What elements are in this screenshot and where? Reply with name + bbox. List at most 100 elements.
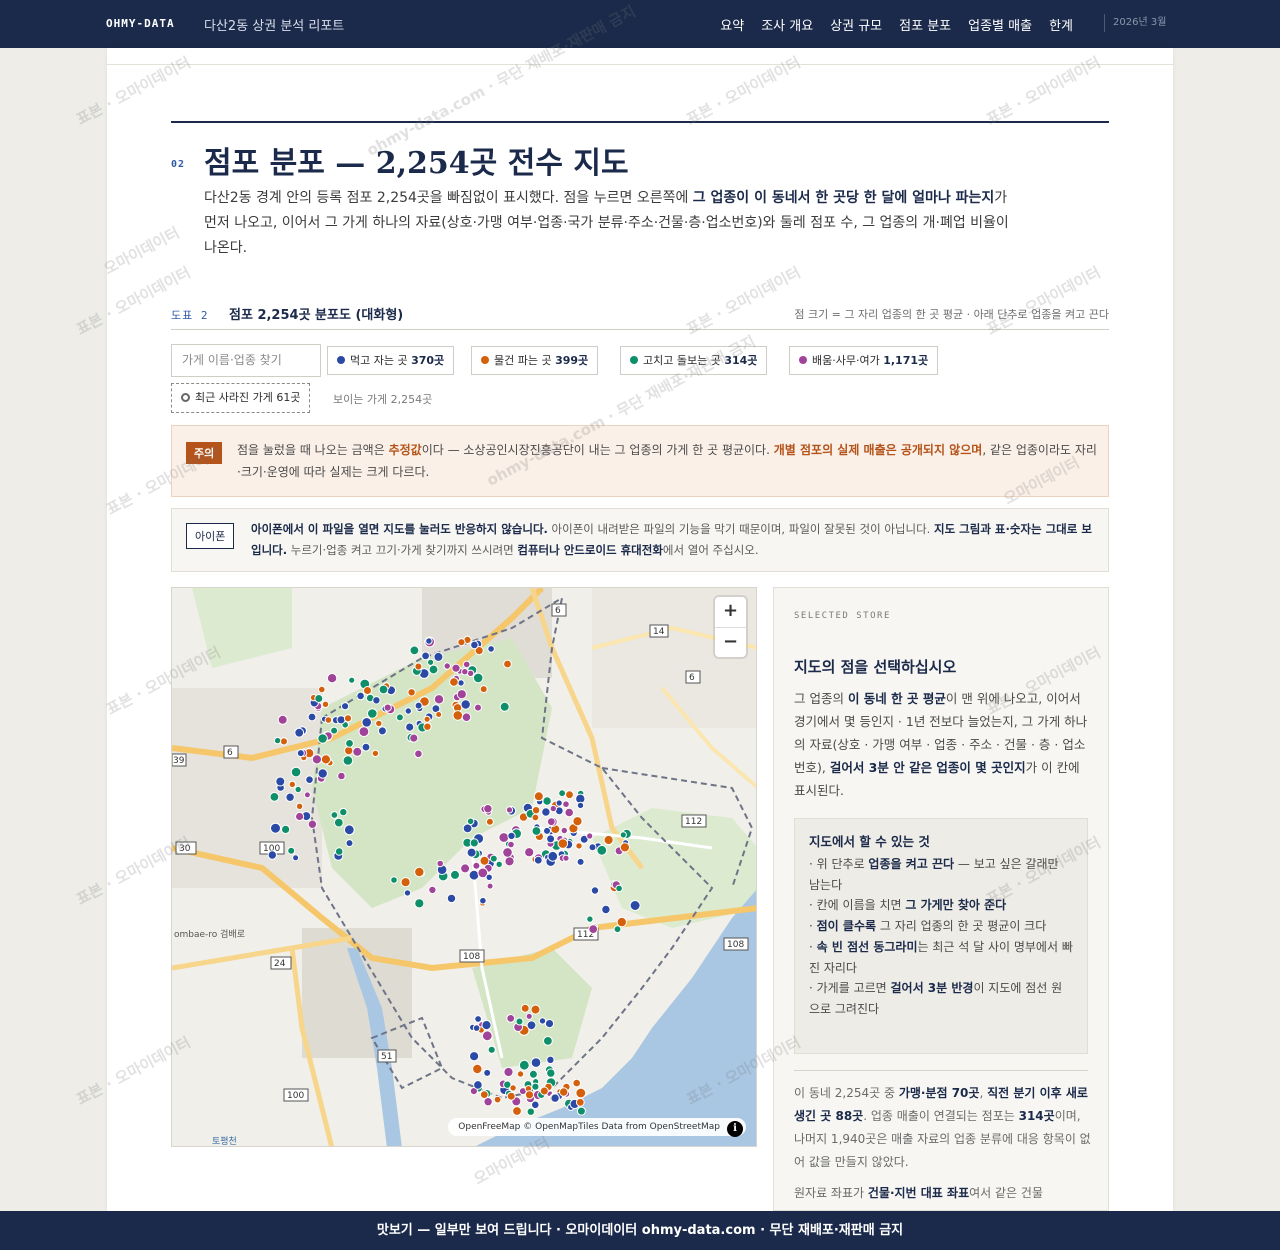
store-dot[interactable] [507, 840, 515, 849]
store-dot[interactable] [550, 1093, 560, 1103]
store-dot[interactable] [267, 850, 278, 860]
filter-chip-repair-care[interactable]: 고치고 돌보는 곳 314곳 [620, 346, 768, 375]
store-dot[interactable] [546, 1068, 556, 1078]
filter-chip-food-lodging[interactable]: 먹고 자는 곳 370곳 [327, 346, 455, 375]
store-dot[interactable] [526, 1107, 535, 1116]
store-dot[interactable] [294, 785, 302, 794]
store-dot[interactable] [498, 832, 510, 843]
store-search-input[interactable]: 가게 이름·업종 찾기 [171, 344, 321, 377]
store-dot[interactable] [333, 817, 344, 828]
filter-chip-closed-stores[interactable]: 최근 사라진 가게 61곳 [171, 383, 311, 413]
store-dot[interactable] [361, 742, 371, 752]
store-dot[interactable] [543, 826, 551, 835]
store-dot[interactable] [481, 1030, 493, 1042]
store-dot[interactable] [314, 694, 324, 703]
store-dot[interactable] [615, 884, 623, 893]
store-dot[interactable] [307, 819, 318, 829]
store-dot[interactable] [292, 854, 300, 862]
store-dot[interactable] [530, 1057, 542, 1068]
store-dot[interactable] [502, 847, 513, 858]
store-dot[interactable] [290, 766, 302, 778]
store-dot[interactable] [546, 834, 556, 844]
store-dot[interactable] [275, 776, 286, 787]
store-dot[interactable] [456, 689, 467, 700]
store-dot[interactable] [543, 1036, 553, 1046]
store-dot[interactable] [520, 1003, 530, 1013]
store-dot[interactable] [342, 755, 354, 766]
store-dot[interactable] [269, 792, 280, 802]
store-dot[interactable] [462, 823, 473, 834]
store-dot[interactable] [531, 1082, 540, 1091]
store-dot[interactable] [288, 780, 297, 789]
store-dot[interactable] [343, 824, 355, 836]
store-dot[interactable] [596, 844, 608, 856]
store-dot[interactable] [503, 659, 512, 669]
store-dot[interactable] [435, 711, 443, 718]
store-dot[interactable] [538, 1017, 547, 1025]
store-dot[interactable] [603, 834, 614, 846]
nav-link-survey[interactable]: 조사 개요 [761, 15, 813, 34]
store-dot[interactable] [336, 715, 346, 725]
store-dot[interactable] [518, 1059, 530, 1071]
store-dot[interactable] [279, 737, 289, 746]
store-dot[interactable] [295, 802, 304, 811]
store-dot[interactable] [572, 1078, 582, 1088]
store-dot[interactable] [317, 733, 328, 744]
store-dot[interactable] [270, 822, 281, 834]
store-dot[interactable] [572, 816, 583, 827]
store-dot[interactable] [330, 811, 339, 819]
store-dot[interactable] [499, 701, 510, 712]
store-dot[interactable] [345, 839, 354, 848]
store-dot[interactable] [356, 691, 365, 701]
store-dot[interactable] [524, 847, 535, 858]
store-dot[interactable] [560, 826, 568, 835]
store-dot[interactable] [493, 1095, 502, 1104]
store-dot[interactable] [586, 915, 594, 923]
store-dot[interactable] [533, 791, 544, 802]
zoom-out-button[interactable]: − [715, 627, 746, 657]
store-dot[interactable] [505, 806, 514, 814]
store-dot[interactable] [449, 677, 459, 687]
store-dot[interactable] [372, 696, 381, 705]
store-dot[interactable] [485, 817, 494, 826]
store-dot[interactable] [405, 722, 415, 732]
store-dot[interactable] [400, 877, 411, 888]
store-dot[interactable] [414, 898, 425, 909]
store-dot[interactable] [348, 676, 356, 684]
store-dot[interactable] [436, 859, 445, 868]
store-dot[interactable] [383, 703, 392, 712]
store-dot[interactable] [307, 712, 317, 722]
store-dot[interactable] [565, 790, 574, 800]
store-dot[interactable] [295, 811, 305, 822]
store-dot[interactable] [311, 754, 322, 765]
store-dot[interactable] [277, 714, 288, 725]
store-dot[interactable] [375, 719, 383, 728]
filter-chip-education-office-leisure[interactable]: 배움·사무·여가 1,171곳 [789, 346, 939, 375]
store-dot[interactable] [619, 831, 627, 839]
store-dot[interactable] [542, 796, 552, 806]
store-dot[interactable] [575, 842, 583, 850]
store-dot[interactable] [363, 686, 372, 695]
info-icon[interactable]: i [727, 1121, 743, 1137]
store-dot[interactable] [562, 854, 570, 862]
store-dot[interactable] [613, 925, 622, 934]
store-dot[interactable] [367, 708, 378, 719]
store-dot[interactable] [619, 842, 630, 853]
store-dot[interactable] [294, 727, 305, 738]
store-dot[interactable] [509, 1084, 517, 1092]
store-dot[interactable] [433, 651, 444, 662]
store-dot[interactable] [377, 726, 387, 736]
store-dot[interactable] [495, 860, 503, 868]
nav-link-summary[interactable]: 요약 [720, 15, 744, 34]
store-dot[interactable] [303, 791, 311, 799]
brand-logo[interactable]: OHMY-DATA [106, 17, 175, 30]
store-dot[interactable] [503, 1066, 514, 1078]
store-dot[interactable] [485, 873, 493, 881]
store-dot[interactable] [576, 1106, 586, 1116]
store-dot[interactable] [562, 800, 570, 808]
store-dot[interactable] [404, 707, 413, 715]
store-dot[interactable] [407, 688, 416, 697]
store-dot[interactable] [466, 847, 477, 858]
store-dot[interactable] [472, 672, 484, 684]
store-dot[interactable] [479, 896, 487, 905]
